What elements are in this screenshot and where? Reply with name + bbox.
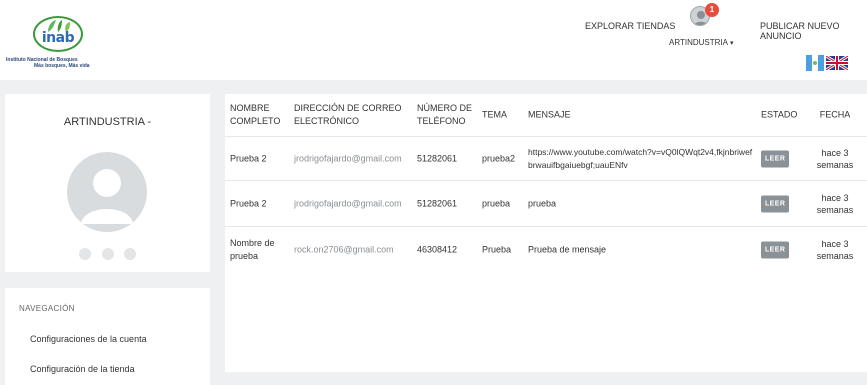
cell-message: https://www.youtube.com/watch?v=vQ0lQWqt…: [528, 146, 753, 170]
sidebar-navigation: NAVEGACIÓN Configuraciones de la cuenta …: [5, 288, 210, 385]
cell-status: LEER: [761, 150, 801, 167]
profile-avatar: [67, 152, 147, 232]
messages-table: NOMBRE COMPLETO DIRECCIÓN DE CORREO ELEC…: [225, 94, 867, 372]
cell-email: rock.on2706@gmail.com: [294, 244, 394, 254]
logo-tagline: Instituto Nacional de Bosques Más bosque…: [6, 57, 116, 69]
profile-name: ARTINDUSTRIA -: [63, 116, 152, 128]
cell-date: hace 3 semanas: [816, 238, 854, 261]
cell-topic: Prueba: [482, 244, 512, 254]
column-header-date: FECHA: [819, 109, 851, 120]
cell-name: Prueba 2: [230, 198, 267, 208]
cell-email: jrodrigofajardo@gmail.com: [294, 198, 402, 208]
social-dot-2[interactable]: [101, 248, 114, 260]
cell-date: hace 3 semanas: [816, 147, 854, 170]
cell-status: LEER: [761, 241, 801, 258]
table-row: Prueba 2 jrodrigofajardo@gmail.com 51282…: [225, 137, 867, 181]
column-header-status: ESTADO: [761, 109, 798, 120]
table-header-row: NOMBRE COMPLETO DIRECCIÓN DE CORREO ELEC…: [225, 94, 867, 137]
social-dots: [5, 248, 210, 263]
user-name-label: ARTINDUSTRIA ▾: [669, 38, 733, 47]
column-header-email: DIRECCIÓN DE CORREO ELECTRÓNICO: [294, 103, 402, 126]
notification-badge: 1: [705, 3, 719, 17]
profile-card: ARTINDUSTRIA -: [5, 94, 210, 272]
explore-stores-link[interactable]: EXPLORAR TIENDAS: [585, 21, 675, 31]
cell-topic: prueba2: [482, 153, 516, 163]
logo-tagline-line-2: Más bosques, Más vida: [34, 63, 90, 69]
table-row: Prueba 2 jrodrigofajardo@gmail.com 51282…: [225, 181, 867, 227]
user-menu[interactable]: 1 ARTINDUSTRIA ▾: [668, 3, 736, 48]
cell-date: hace 3 semanas: [816, 192, 854, 215]
cell-topic: prueba: [482, 198, 511, 208]
cell-phone: 51282061: [417, 198, 458, 208]
cell-email: jrodrigofajardo@gmail.com: [294, 153, 402, 163]
inab-logo[interactable]: inab: [30, 14, 86, 54]
cell-name: Prueba 2: [230, 153, 267, 163]
cell-phone: 51282061: [417, 153, 458, 163]
user-silhouette-icon: [81, 169, 133, 224]
social-dot-3[interactable]: [124, 248, 137, 260]
publish-ad-link[interactable]: PUBLICAR NUEVO ANUNCIO: [760, 21, 867, 41]
table-row: Nombre de prueba rock.on2706@gmail.com 4…: [225, 227, 867, 272]
top-bar: inab Instituto Nacional de Bosques Más b…: [0, 0, 867, 80]
cell-status: LEER: [761, 195, 801, 212]
uk-flag-icon[interactable]: [826, 56, 848, 70]
column-header-message: MENSAJE: [528, 109, 571, 120]
cell-message: Prueba de mensaje: [528, 244, 607, 254]
read-button[interactable]: LEER: [761, 195, 790, 212]
column-header-phone: NÚMERO DE TELÉFONO: [417, 103, 473, 126]
language-flags: [806, 55, 850, 71]
cell-phone: 46308412: [417, 244, 458, 254]
cell-message: prueba: [528, 198, 557, 208]
social-dot-1[interactable]: [78, 248, 91, 260]
column-header-name: NOMBRE COMPLETO: [230, 103, 281, 126]
chevron-down-icon: ▾: [729, 40, 734, 47]
logo-text: inab: [41, 30, 75, 46]
sidebar-item-account-settings[interactable]: Configuraciones de la cuenta: [30, 334, 147, 344]
cell-name: Nombre de prueba: [230, 237, 275, 261]
read-button[interactable]: LEER: [761, 150, 790, 167]
user-name-text: ARTINDUSTRIA: [669, 38, 728, 47]
navigation-heading: NAVEGACIÓN: [19, 304, 75, 313]
column-header-topic: TEMA: [482, 109, 508, 120]
guatemala-flag-icon[interactable]: [806, 55, 824, 71]
sidebar-item-store-settings[interactable]: Configuración de la tienda: [30, 364, 135, 374]
read-button[interactable]: LEER: [761, 241, 790, 258]
